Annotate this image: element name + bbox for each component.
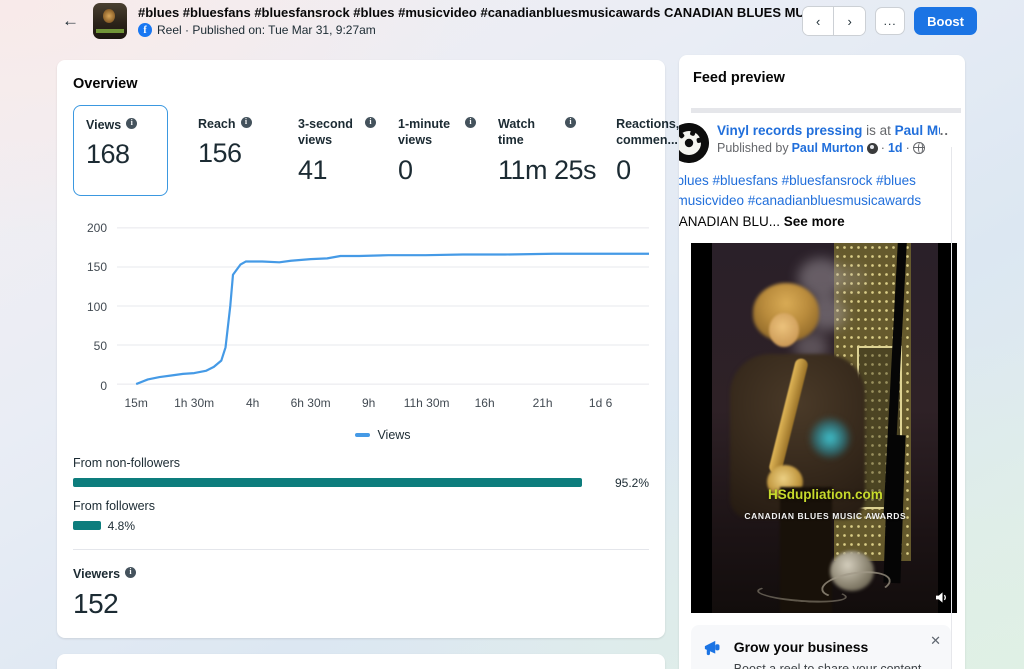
metric-tabs: Views i 168 Reach i 156 3-second views i 41… (73, 105, 695, 196)
page-avatar[interactable] (679, 123, 709, 163)
preview-top-strip (691, 108, 961, 113)
boost-button[interactable]: Boost (914, 7, 977, 35)
followers-bar (73, 521, 101, 530)
megaphone-icon (704, 640, 720, 655)
metric-3s-views-value: 41 (298, 154, 328, 185)
metric-3s-views[interactable]: 3-second views i 41 (282, 105, 382, 196)
video-overlay-subtitle: CANADIAN BLUES MUSIC AWARDS (744, 511, 907, 521)
hashtag-link[interactable]: #blues #bluesfans #bluesfansrock #blues (679, 173, 916, 188)
x-tick: 1h 30m (174, 395, 215, 410)
y-tick: 100 (86, 299, 107, 314)
info-icon[interactable]: i (125, 566, 137, 578)
non-followers-row: From non-followers 95.2% (73, 455, 649, 490)
hashtag-link[interactable]: #musicvideo #canadianbluesmusicawards (679, 193, 921, 208)
see-more-link[interactable]: See more (784, 214, 845, 229)
legend-line-swatch (355, 432, 371, 437)
divider (73, 548, 649, 550)
y-tick: 150 (86, 259, 107, 274)
post-preview: Vinyl records pressing is at Paul Murto.… (679, 98, 965, 613)
more-options-button[interactable]: ... (875, 7, 906, 35)
metric-reach[interactable]: Reach i 156 (182, 105, 282, 196)
y-tick: 200 (86, 220, 107, 235)
post-meta-line: Published by Paul Murton · 1d · (717, 141, 940, 155)
views-plot-area: 200 150 100 50 0 (87, 221, 649, 393)
info-icon[interactable]: i (565, 117, 576, 128)
publish-meta: Reel · Published on: Tue Mar 31, 9:27am (157, 23, 376, 37)
metric-1m-views-value: 0 (398, 154, 413, 185)
legend-label: Views (377, 427, 411, 442)
y-tick: 0 (100, 378, 107, 393)
info-icon[interactable]: i (365, 117, 376, 128)
metric-1m-views[interactable]: 1-minute views i 0 (382, 105, 482, 196)
x-tick: 11h 30m (403, 395, 450, 410)
info-icon[interactable]: i (465, 117, 476, 128)
viewer-activities-card: Viewer activities 15-second viewsi 10 Av… (57, 653, 665, 669)
facebook-icon: f (138, 23, 152, 37)
followers-row: From followers 4.8% (73, 498, 155, 533)
grow-business-banner: Grow your business Boost a reel to share… (691, 624, 951, 669)
metric-watch-time-value: 11m 25s (498, 154, 597, 185)
id-badge-icon (866, 142, 878, 154)
feed-preview-card: Feed preview Vinyl records pressing is a… (679, 55, 965, 669)
metric-reach-value: 156 (198, 138, 242, 169)
y-tick: 50 (93, 338, 107, 353)
info-icon[interactable]: i (240, 117, 252, 128)
mute-speaker-icon[interactable] (935, 591, 950, 604)
reel-title-block: #blues #bluesfans #bluesfansrock #blues … (138, 5, 802, 37)
overview-heading: Overview (73, 76, 138, 92)
metric-views[interactable]: Views i 168 (73, 105, 168, 196)
x-tick: 6h 30m (290, 395, 331, 410)
page-name-link[interactable]: Vinyl records pressing (717, 123, 862, 138)
overview-card: Overview Views i 168 Reach i 156 3-second … (57, 60, 695, 638)
metric-views-value: 168 (86, 139, 130, 170)
post-header: Vinyl records pressing is at Paul Murto.… (679, 123, 965, 163)
views-line-svg (117, 226, 649, 390)
post-text: #blues #bluesfans #bluesfansrock #blues … (679, 171, 965, 232)
x-tick: 15m (124, 395, 148, 410)
post-title-line: Vinyl records pressing is at Paul Murto.… (717, 123, 940, 138)
feed-preview-heading: Feed preview (693, 70, 785, 86)
location-link[interactable]: Paul Murto... (895, 123, 940, 138)
info-icon[interactable]: i (126, 118, 138, 129)
post-more-icon[interactable]: .. (940, 123, 949, 138)
viewers-value: 152 (73, 587, 119, 619)
reel-thumbnail[interactable] (93, 3, 127, 39)
top-bar: ← #blues #bluesfans #bluesfansrock #blue… (0, 0, 1024, 42)
chart-legend: Views (117, 428, 649, 442)
page-title: #blues #bluesfans #bluesfansrock #blues … (138, 5, 803, 20)
grow-body: Boost a reel to share your content with … (733, 661, 922, 669)
x-tick: 1d 6 (588, 395, 613, 410)
viewers-block: Viewers i 152 (73, 566, 649, 620)
close-icon[interactable]: ✕ (930, 633, 941, 649)
x-tick: 4h (245, 395, 260, 410)
author-link[interactable]: Paul Murton (792, 141, 864, 155)
views-chart: 200 150 100 50 0 15m 1h 30m 4h 6h 30m 9h… (73, 221, 649, 442)
reel-video-preview[interactable]: HSdupliation.com CANADIAN BLUES MUSIC AW… (691, 242, 957, 613)
grow-title: Grow your business (733, 638, 869, 655)
post-time-link[interactable]: 1d (888, 141, 903, 155)
back-icon[interactable]: ← (62, 11, 79, 31)
metric-watch-time[interactable]: Watch time i 11m 25s (482, 105, 600, 196)
next-button[interactable]: › (834, 7, 866, 35)
video-still: HSdupliation.com CANADIAN BLUES MUSIC AW… (712, 242, 939, 613)
top-actions: ‹ › ... Boost (802, 6, 977, 36)
x-tick: 16h (474, 395, 495, 410)
x-tick: 21h (532, 395, 553, 410)
video-overlay-title: HSdupliation.com (767, 486, 883, 502)
public-globe-icon (912, 142, 925, 154)
insights-page: ← #blues #bluesfans #bluesfansrock #blue… (0, 0, 1024, 669)
x-axis: 15m 1h 30m 4h 6h 30m 9h 11h 30m 16h 21h … (117, 396, 649, 414)
follower-breakdown: From non-followers 95.2% From followers … (73, 456, 649, 533)
non-followers-bar (73, 478, 583, 487)
prev-button[interactable]: ‹ (803, 7, 835, 35)
x-tick: 9h (361, 395, 376, 410)
